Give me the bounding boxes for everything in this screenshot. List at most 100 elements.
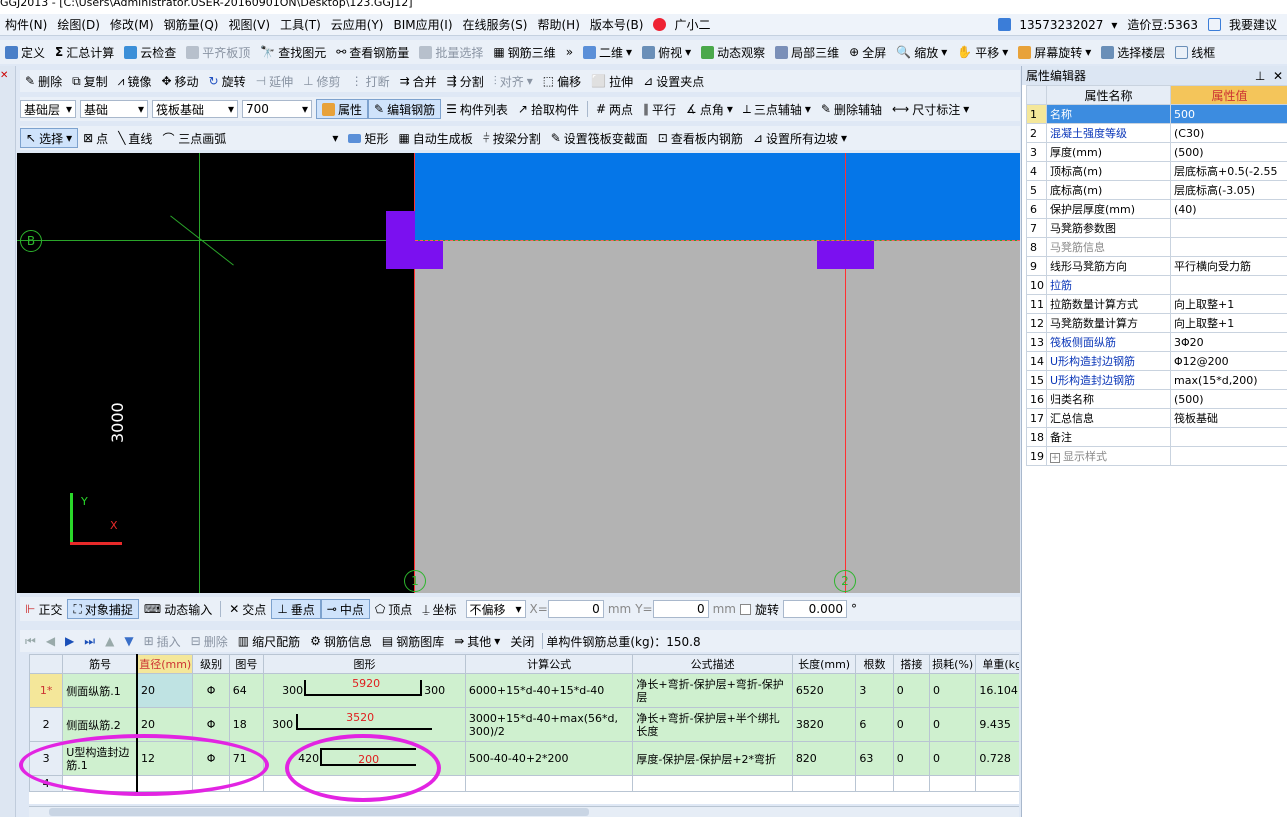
cell-count[interactable]: 63	[855, 741, 894, 776]
edit-rebar-button[interactable]: ✎ 编辑钢筋	[368, 99, 442, 119]
category-select[interactable]: 基础 ▾	[80, 100, 148, 118]
intersection-snap[interactable]: ✕ 交点	[224, 599, 271, 619]
property-row[interactable]: 17 汇总信息 筏板基础	[1026, 408, 1287, 428]
menu-component[interactable]: 构件(N)	[0, 16, 52, 33]
menu-rebar-quantity[interactable]: 钢筋量(Q)	[159, 16, 224, 33]
col-header-bar-no[interactable]: 筋号	[62, 654, 138, 674]
menu-bim[interactable]: BIM应用(I)	[388, 16, 457, 33]
raft-slab-top[interactable]	[415, 153, 1020, 241]
menu-version[interactable]: 版本号(B)	[585, 16, 649, 33]
col-header-figure[interactable]: 图号	[228, 654, 265, 674]
trim-button[interactable]: ⊥ 修剪	[298, 71, 345, 91]
cell-shape[interactable]: 300 5920 300	[263, 673, 466, 708]
align-dropdown[interactable]: ⫶ 对齐 ▾	[489, 71, 538, 91]
2d-dropdown[interactable]: 二维 ▾	[578, 42, 637, 62]
col-header-lap[interactable]: 搭接	[892, 654, 931, 674]
split-by-beam-button[interactable]: ⫩ 按梁分割	[478, 128, 546, 148]
col-header-length[interactable]: 长度(mm)	[791, 654, 857, 674]
property-value[interactable]	[1170, 237, 1287, 257]
cell-unit-weight[interactable]	[975, 775, 1019, 792]
property-value[interactable]: 层底标高(-3.05)	[1170, 180, 1287, 200]
property-value[interactable]: 500	[1170, 104, 1287, 124]
menu-tools[interactable]: 工具(T)	[275, 16, 326, 33]
property-value[interactable]: max(15*d,200)	[1170, 370, 1287, 390]
next-record-button[interactable]: ▶	[60, 631, 79, 651]
raft-slab-body[interactable]	[415, 241, 1020, 593]
point-angle-dropdown[interactable]: ∡ 点角 ▾	[681, 99, 738, 119]
property-value[interactable]	[1170, 218, 1287, 238]
property-row[interactable]: 10 拉筋	[1026, 275, 1287, 295]
split-button[interactable]: ⇶ 分割	[442, 71, 489, 91]
property-row[interactable]: 5 底标高(m) 层底标高(-3.05)	[1026, 180, 1287, 200]
type-select[interactable]: 筏板基础 ▾	[152, 100, 238, 118]
cell-count[interactable]	[855, 775, 894, 792]
find-element-button[interactable]: 🔭 查找图元	[255, 42, 331, 62]
property-value[interactable]: 平行横向受力筋	[1170, 256, 1287, 276]
cell-loss[interactable]: 0	[929, 707, 977, 742]
component-list-button[interactable]: ☰ 构件列表	[441, 99, 513, 119]
screen-rotate-dropdown[interactable]: 屏幕旋转 ▾	[1013, 42, 1096, 62]
property-row[interactable]: 11 拉筋数量计算方式 向上取整+1	[1026, 294, 1287, 314]
top-view-dropdown[interactable]: 俯视 ▾	[637, 42, 696, 62]
last-record-button[interactable]: ⏭	[79, 631, 100, 651]
two-point-button[interactable]: # 两点	[591, 99, 638, 119]
property-value[interactable]: (500)	[1170, 142, 1287, 162]
property-row[interactable]: 1 名称 500	[1026, 104, 1287, 124]
user-account[interactable]: 13573232027 ▾	[993, 18, 1122, 32]
parallel-button[interactable]: ∥ 平行	[638, 99, 681, 119]
menu-help[interactable]: 帮助(H)	[532, 16, 584, 33]
first-record-button[interactable]: ⏮	[20, 631, 41, 651]
line-button[interactable]: ╲ 直线	[113, 128, 157, 148]
cell-grade[interactable]: Φ	[192, 673, 230, 708]
view-slab-rebar-button[interactable]: ⊡ 查看板内钢筋	[653, 128, 748, 148]
arc-dropdown[interactable]: ⌒ 三点画弧 ▾	[157, 128, 343, 148]
dynamic-view-button[interactable]: 动态观察	[696, 42, 770, 62]
scale-rebar-button[interactable]: ▥ 缩尺配筋	[233, 631, 305, 651]
pin-icon[interactable]: ⊥	[1255, 69, 1265, 83]
delete-button[interactable]: ✎ 删除	[20, 71, 67, 91]
coordinate-snap[interactable]: ⍊ 坐标	[417, 599, 461, 619]
cell-desc[interactable]: 厚度-保护层-保护层+2*弯折	[632, 741, 793, 776]
merge-button[interactable]: ⇉ 合并	[395, 71, 442, 91]
cell-desc[interactable]: 净长+弯折-保护层+半个绑扎长度	[632, 707, 793, 742]
insert-row-button[interactable]: ⊞ 插入	[139, 631, 186, 651]
x-input[interactable]: 0	[547, 600, 604, 618]
cell-unit-weight[interactable]: 9.435	[975, 707, 1019, 742]
property-row[interactable]: 13 筏板侧面纵筋 3Φ20	[1026, 332, 1287, 352]
pan-dropdown[interactable]: ✋ 平移 ▾	[952, 42, 1013, 62]
property-value[interactable]: (40)	[1170, 199, 1287, 219]
select-floor-button[interactable]: 选择楼层	[1096, 42, 1170, 62]
cell-loss[interactable]: 0	[929, 741, 977, 776]
move-up-button[interactable]: ▲	[100, 631, 119, 651]
other-dropdown[interactable]: ⇛ 其他 ▾	[449, 631, 505, 651]
column-right[interactable]	[817, 241, 874, 269]
stretch-button[interactable]: ⬜ 拉伸	[586, 71, 638, 91]
floor-select[interactable]: 基础层 ▾	[20, 100, 76, 118]
menu-modify[interactable]: 修改(M)	[105, 16, 159, 33]
batch-select-button[interactable]: 批量选择	[414, 42, 488, 62]
move-button[interactable]: ✥ 移动	[156, 71, 203, 91]
more-chevron[interactable]: »	[561, 42, 578, 62]
auto-gen-slab-button[interactable]: ▦ 自动生成板	[393, 128, 477, 148]
rebar-3d-button[interactable]: ▦ 钢筋三维	[488, 42, 560, 62]
panel-close-icon[interactable]: ✕	[1273, 69, 1283, 83]
property-value[interactable]: 向上取整+1	[1170, 294, 1287, 314]
col-header-desc[interactable]: 公式描述	[632, 654, 793, 674]
perpendicular-snap[interactable]: ⊥ 垂点	[271, 599, 321, 619]
object-snap-toggle[interactable]: ⛶ 对象捕捉	[67, 599, 139, 619]
cell-length[interactable]: 6520	[791, 673, 857, 708]
y-input[interactable]: 0	[652, 600, 709, 618]
offset-select[interactable]: 不偏移 ▾	[465, 600, 526, 618]
rotate-checkbox[interactable]	[739, 603, 751, 615]
property-row[interactable]: 16 归类名称 (500)	[1026, 389, 1287, 409]
set-grip-button[interactable]: ⊿ 设置夹点	[638, 71, 709, 91]
close-button[interactable]: 关闭	[505, 631, 539, 651]
cell-formula[interactable]: 3000+15*d-40+max(56*d, 300)/2	[464, 707, 634, 742]
property-name-expandable[interactable]: + 显示样式	[1046, 446, 1171, 466]
define-button[interactable]: 定义	[0, 42, 50, 62]
cell-lap[interactable]: 0	[892, 673, 931, 708]
column-left-upper[interactable]	[386, 211, 415, 269]
summary-calc-button[interactable]: Σ 汇总计算	[50, 42, 119, 62]
vertex-snap[interactable]: ⬠ 顶点	[370, 599, 417, 619]
set-slopes-dropdown[interactable]: ⊿ 设置所有边坡 ▾	[748, 128, 852, 148]
